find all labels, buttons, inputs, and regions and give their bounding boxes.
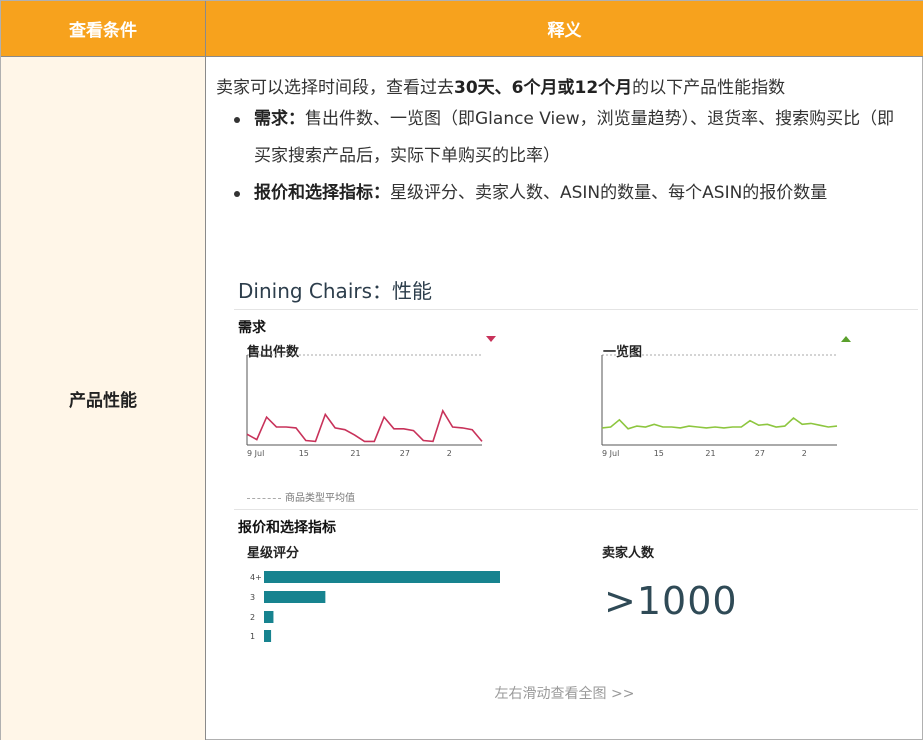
x-tick-label: 27 — [755, 449, 765, 458]
series-line — [246, 408, 483, 443]
row-label-product-performance: 产品性能 — [1, 57, 206, 740]
x-tick-label: 21 — [705, 449, 715, 458]
x-tick-label: 27 — [400, 449, 410, 458]
bullet-list: 需求：售出件数、一览图（即Glance View，浏览量趋势）、退货率、搜索购买… — [234, 101, 904, 212]
bar-label: 3 — [250, 593, 255, 602]
trend-up-icon — [841, 336, 851, 342]
offers-section-title: 报价和选择指标 — [238, 520, 336, 536]
bullet-demand-text: 售出件数、一览图（即Glance View，浏览量趋势）、退货率、搜索购买比（即… — [254, 109, 895, 166]
bar-label: 4+ — [250, 573, 262, 582]
sellers-title: 卖家人数 — [602, 546, 655, 561]
x-tick-label: 9 Jul — [247, 449, 264, 458]
x-tick-label: 2 — [802, 449, 807, 458]
bar-label: 1 — [250, 632, 255, 641]
x-tick-label: 15 — [299, 449, 309, 458]
rating-bar — [264, 591, 326, 603]
divider — [234, 509, 918, 510]
bullet-offers-title: 报价和选择指标： — [254, 183, 390, 203]
bullet-offers-text: 星级评分、卖家人数、ASIN的数量、每个ASIN的报价数量 — [390, 183, 828, 203]
bullet-demand-title: 需求： — [254, 109, 305, 129]
legend-category-average: 商品类型平均值 — [247, 489, 355, 504]
x-tick-label: 2 — [447, 449, 452, 458]
header-definition: 释义 — [206, 1, 923, 57]
performance-screenshot: Dining Chairs：性能 需求 售出件数 一览图 9 Jul 15 21 27… — [220, 261, 918, 679]
bar-label: 2 — [250, 613, 255, 622]
units-sold-chart: 9 Jul 15 21 27 2 — [246, 336, 496, 458]
legend-label: 商品类型平均值 — [285, 493, 355, 504]
rating-title: 星级评分 — [247, 546, 300, 561]
scroll-hint: 左右滑动查看全图 >> — [494, 686, 635, 702]
rating-bar — [264, 630, 272, 642]
glance-view-chart: 9 Jul 15 21 27 2 — [601, 336, 851, 458]
intro-prefix: 卖家可以选择时间段，查看过去 — [216, 78, 454, 98]
intro-text: 卖家可以选择时间段，查看过去30天、6个月或12个月的以下产品性能指数 — [216, 73, 785, 98]
rating-bar — [264, 611, 274, 623]
rating-bar — [264, 571, 500, 583]
trend-down-icon — [486, 336, 496, 342]
rating-bar-chart: 4+ 3 2 1 — [250, 571, 500, 642]
intro-period: 30天、6个月或12个月 — [454, 78, 633, 98]
divider — [234, 309, 918, 310]
legend-dash-icon — [247, 497, 281, 499]
intro-suffix: 的以下产品性能指数 — [632, 78, 786, 98]
definition-cell: 卖家可以选择时间段，查看过去30天、6个月或12个月的以下产品性能指数 需求：售… — [206, 57, 923, 740]
series-line — [601, 416, 838, 430]
bullet-offers: 报价和选择指标：星级评分、卖家人数、ASIN的数量、每个ASIN的报价数量 — [234, 175, 904, 212]
header-condition: 查看条件 — [1, 1, 206, 57]
bullet-demand: 需求：售出件数、一览图（即Glance View，浏览量趋势）、退货率、搜索购买… — [234, 101, 904, 175]
x-tick-label: 9 Jul — [602, 449, 619, 458]
x-tick-label: 15 — [654, 449, 664, 458]
x-tick-label: 21 — [350, 449, 360, 458]
info-table: 查看条件 释义 产品性能 卖家可以选择时间段，查看过去30天、6个月或12个月的… — [0, 0, 923, 740]
screenshot-title: Dining Chairs：性能 — [238, 279, 433, 303]
sellers-count: >1000 — [604, 579, 738, 623]
